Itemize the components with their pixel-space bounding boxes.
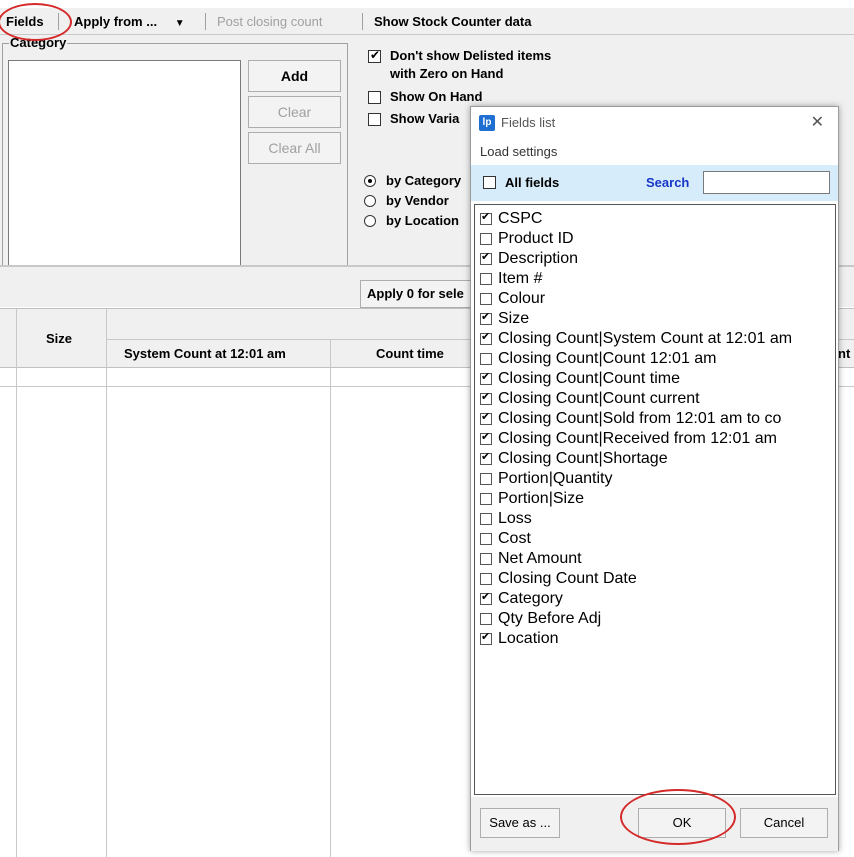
save-as-button[interactable]: Save as ... (480, 808, 560, 838)
cancel-button[interactable]: Cancel (740, 808, 828, 838)
field-label: Closing Count Date (498, 570, 637, 587)
field-label: Colour (498, 290, 546, 307)
field-checkbox[interactable] (480, 430, 492, 445)
field-label: Closing Count|System Count at 12:01 am (498, 330, 793, 347)
by-category-radio[interactable] (364, 175, 376, 187)
show-variance-label: Show Varia (390, 111, 460, 126)
field-label: Closing Count|Received from 12:01 am (498, 430, 777, 447)
field-label: Closing Count|Count 12:01 am (498, 350, 717, 367)
highlight-oval (0, 3, 72, 41)
apply-from-label: Apply from ... (74, 14, 158, 29)
highlight-oval (620, 789, 736, 845)
add-button[interactable]: Add (248, 60, 341, 92)
fields-listbox[interactable]: CSPC Product ID Description Item # Colour Siz… (474, 204, 836, 795)
field-checkbox[interactable] (480, 573, 492, 585)
show-stock-counter-button[interactable]: Show Stock Counter data (374, 8, 531, 35)
fields-list-dialog: lp Fields list ✕ Load settings All field… (470, 106, 839, 851)
field-checkbox[interactable] (480, 330, 492, 345)
field-checkbox[interactable] (480, 513, 492, 525)
apply-from-button[interactable]: Apply from ... ▼ (74, 8, 185, 35)
toolbar-separator (362, 13, 363, 30)
load-settings-link[interactable]: Load settings (480, 144, 557, 159)
close-icon[interactable]: ✕ (811, 112, 824, 132)
truncated-column-header[interactable]: nt (838, 346, 850, 361)
clear-all-button[interactable]: Clear All (248, 132, 341, 164)
field-checkbox[interactable] (480, 370, 492, 385)
field-checkbox[interactable] (480, 590, 492, 605)
dropdown-arrow-icon[interactable]: ▼ (175, 18, 185, 29)
field-label: Portion|Quantity (498, 470, 613, 487)
toolbar-separator (205, 13, 206, 30)
field-checkbox[interactable] (480, 630, 492, 645)
clear-button[interactable]: Clear (248, 96, 341, 128)
toolbar: Fields Apply from ... ▼ Post closing cou… (0, 8, 854, 35)
dont-show-delisted-label-2: with Zero on Hand (390, 66, 504, 81)
field-label: Product ID (498, 230, 574, 247)
field-checkbox[interactable] (480, 493, 492, 505)
field-label: Net Amount (498, 550, 582, 567)
field-checkbox[interactable] (480, 613, 492, 625)
show-on-hand-checkbox[interactable] (368, 91, 381, 104)
field-label: Description (498, 250, 579, 267)
dialog-titlebar: lp Fields list ✕ (471, 107, 838, 139)
field-checkbox[interactable] (480, 210, 492, 225)
field-checkbox[interactable] (480, 293, 492, 305)
field-label: Closing Count|Sold from 12:01 am to co (498, 410, 782, 427)
field-checkbox[interactable] (480, 473, 492, 485)
apply-selected-button[interactable]: Apply 0 for sele (360, 280, 480, 308)
post-closing-count-button[interactable]: Post closing count (217, 8, 323, 35)
field-checkbox[interactable] (480, 273, 492, 285)
search-input[interactable] (703, 171, 830, 194)
show-on-hand-label: Show On Hand (390, 89, 483, 104)
by-vendor-label: by Vendor (386, 193, 449, 208)
grid-column-line (330, 368, 331, 857)
filter-bar: All fields Search (471, 165, 838, 201)
field-checkbox[interactable] (480, 390, 492, 405)
all-fields-checkbox[interactable] (483, 176, 496, 189)
count-time-column-header[interactable]: Count time (376, 346, 444, 361)
all-fields-label: All fields (505, 175, 560, 190)
system-count-column-header[interactable]: System Count at 12:01 am (124, 346, 286, 361)
field-label: Closing Count|Shortage (498, 450, 668, 467)
field-label: Qty Before Adj (498, 610, 602, 627)
by-location-radio[interactable] (364, 215, 376, 227)
field-label: Location (498, 630, 559, 647)
grid-column-line (106, 368, 107, 857)
field-checkbox[interactable] (480, 353, 492, 365)
by-vendor-radio[interactable] (364, 195, 376, 207)
field-checkbox[interactable] (480, 250, 492, 265)
field-label: Cost (498, 530, 531, 547)
app-icon: lp (479, 115, 495, 131)
show-variance-checkbox[interactable] (368, 113, 381, 126)
category-listbox[interactable] (8, 60, 241, 280)
field-checkbox[interactable] (480, 310, 492, 325)
field-label: Portion|Size (498, 490, 584, 507)
by-location-label: by Location (386, 213, 459, 228)
field-label: CSPC (498, 210, 543, 227)
field-label: Size (498, 310, 530, 327)
field-checkbox[interactable] (480, 450, 492, 465)
size-column-header[interactable]: Size (46, 331, 72, 346)
dont-show-delisted-label: Don't show Delisted items (390, 48, 552, 63)
search-label: Search (646, 175, 690, 190)
grid-line (330, 339, 331, 369)
field-checkbox[interactable] (480, 533, 492, 545)
field-label: Closing Count|Count current (498, 390, 700, 407)
field-checkbox[interactable] (480, 233, 492, 245)
field-label: Category (498, 590, 563, 607)
dialog-title: Fields list (501, 115, 556, 130)
grid-line (16, 309, 17, 369)
field-checkbox[interactable] (480, 410, 492, 425)
field-label: Item # (498, 270, 543, 287)
field-checkbox[interactable] (480, 553, 492, 565)
field-label: Closing Count|Count time (498, 370, 681, 387)
by-category-label: by Category (386, 173, 462, 188)
grid-column-line (16, 368, 17, 857)
dont-show-delisted-checkbox[interactable] (368, 48, 381, 63)
field-label: Loss (498, 510, 532, 527)
